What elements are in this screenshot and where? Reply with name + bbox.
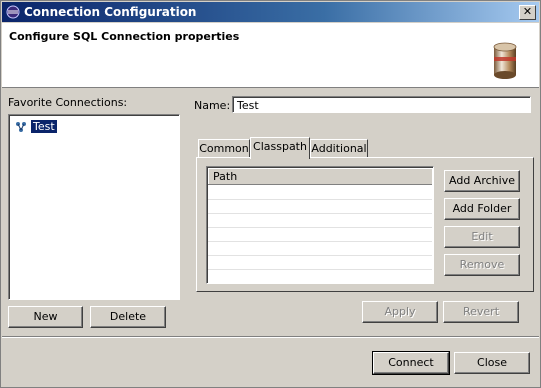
connection-configuration-dialog: Connection Configuration ✕ Configure SQL… (0, 0, 541, 388)
add-folder-button[interactable]: Add Folder (444, 198, 520, 220)
title-bar[interactable]: Connection Configuration ✕ (2, 2, 539, 22)
tab-classpath[interactable]: Classpath (250, 137, 310, 159)
tab-additional[interactable]: Additional (310, 139, 368, 159)
table-row[interactable] (208, 270, 432, 283)
connect-button[interactable]: Connect (372, 351, 450, 375)
remove-button[interactable]: Remove (444, 254, 520, 276)
tab-common[interactable]: Common (198, 139, 250, 159)
close-window-button[interactable]: ✕ (519, 5, 536, 20)
connection-icon (16, 122, 26, 132)
table-row[interactable] (208, 214, 432, 228)
eclipse-icon (6, 5, 20, 19)
window-title: Connection Configuration (24, 5, 197, 19)
list-item-label: Test (30, 119, 58, 134)
add-archive-button[interactable]: Add Archive (444, 170, 520, 192)
apply-button[interactable]: Apply (362, 301, 438, 323)
divider (2, 337, 539, 338)
table-row[interactable] (208, 200, 432, 214)
edit-button[interactable]: Edit (444, 226, 520, 248)
table-row[interactable] (208, 228, 432, 242)
table-row[interactable] (208, 186, 432, 200)
table-row[interactable] (208, 256, 432, 270)
name-label: Name: (194, 99, 231, 112)
name-input[interactable]: Test (232, 96, 531, 113)
dialog-header: Configure SQL Connection properties (2, 23, 539, 88)
favorite-connections-list[interactable]: Test (8, 114, 180, 300)
favorite-connections-label: Favorite Connections: (8, 96, 128, 109)
close-button[interactable]: Close (454, 352, 530, 374)
table-row[interactable] (208, 242, 432, 256)
classpath-table[interactable]: Path (206, 166, 434, 284)
database-icon (493, 42, 517, 79)
close-icon: ✕ (522, 5, 533, 18)
delete-button[interactable]: Delete (90, 306, 166, 328)
path-column-header[interactable]: Path (208, 168, 432, 185)
revert-button[interactable]: Revert (443, 301, 519, 323)
header-title: Configure SQL Connection properties (9, 30, 240, 43)
new-button[interactable]: New (8, 306, 83, 328)
